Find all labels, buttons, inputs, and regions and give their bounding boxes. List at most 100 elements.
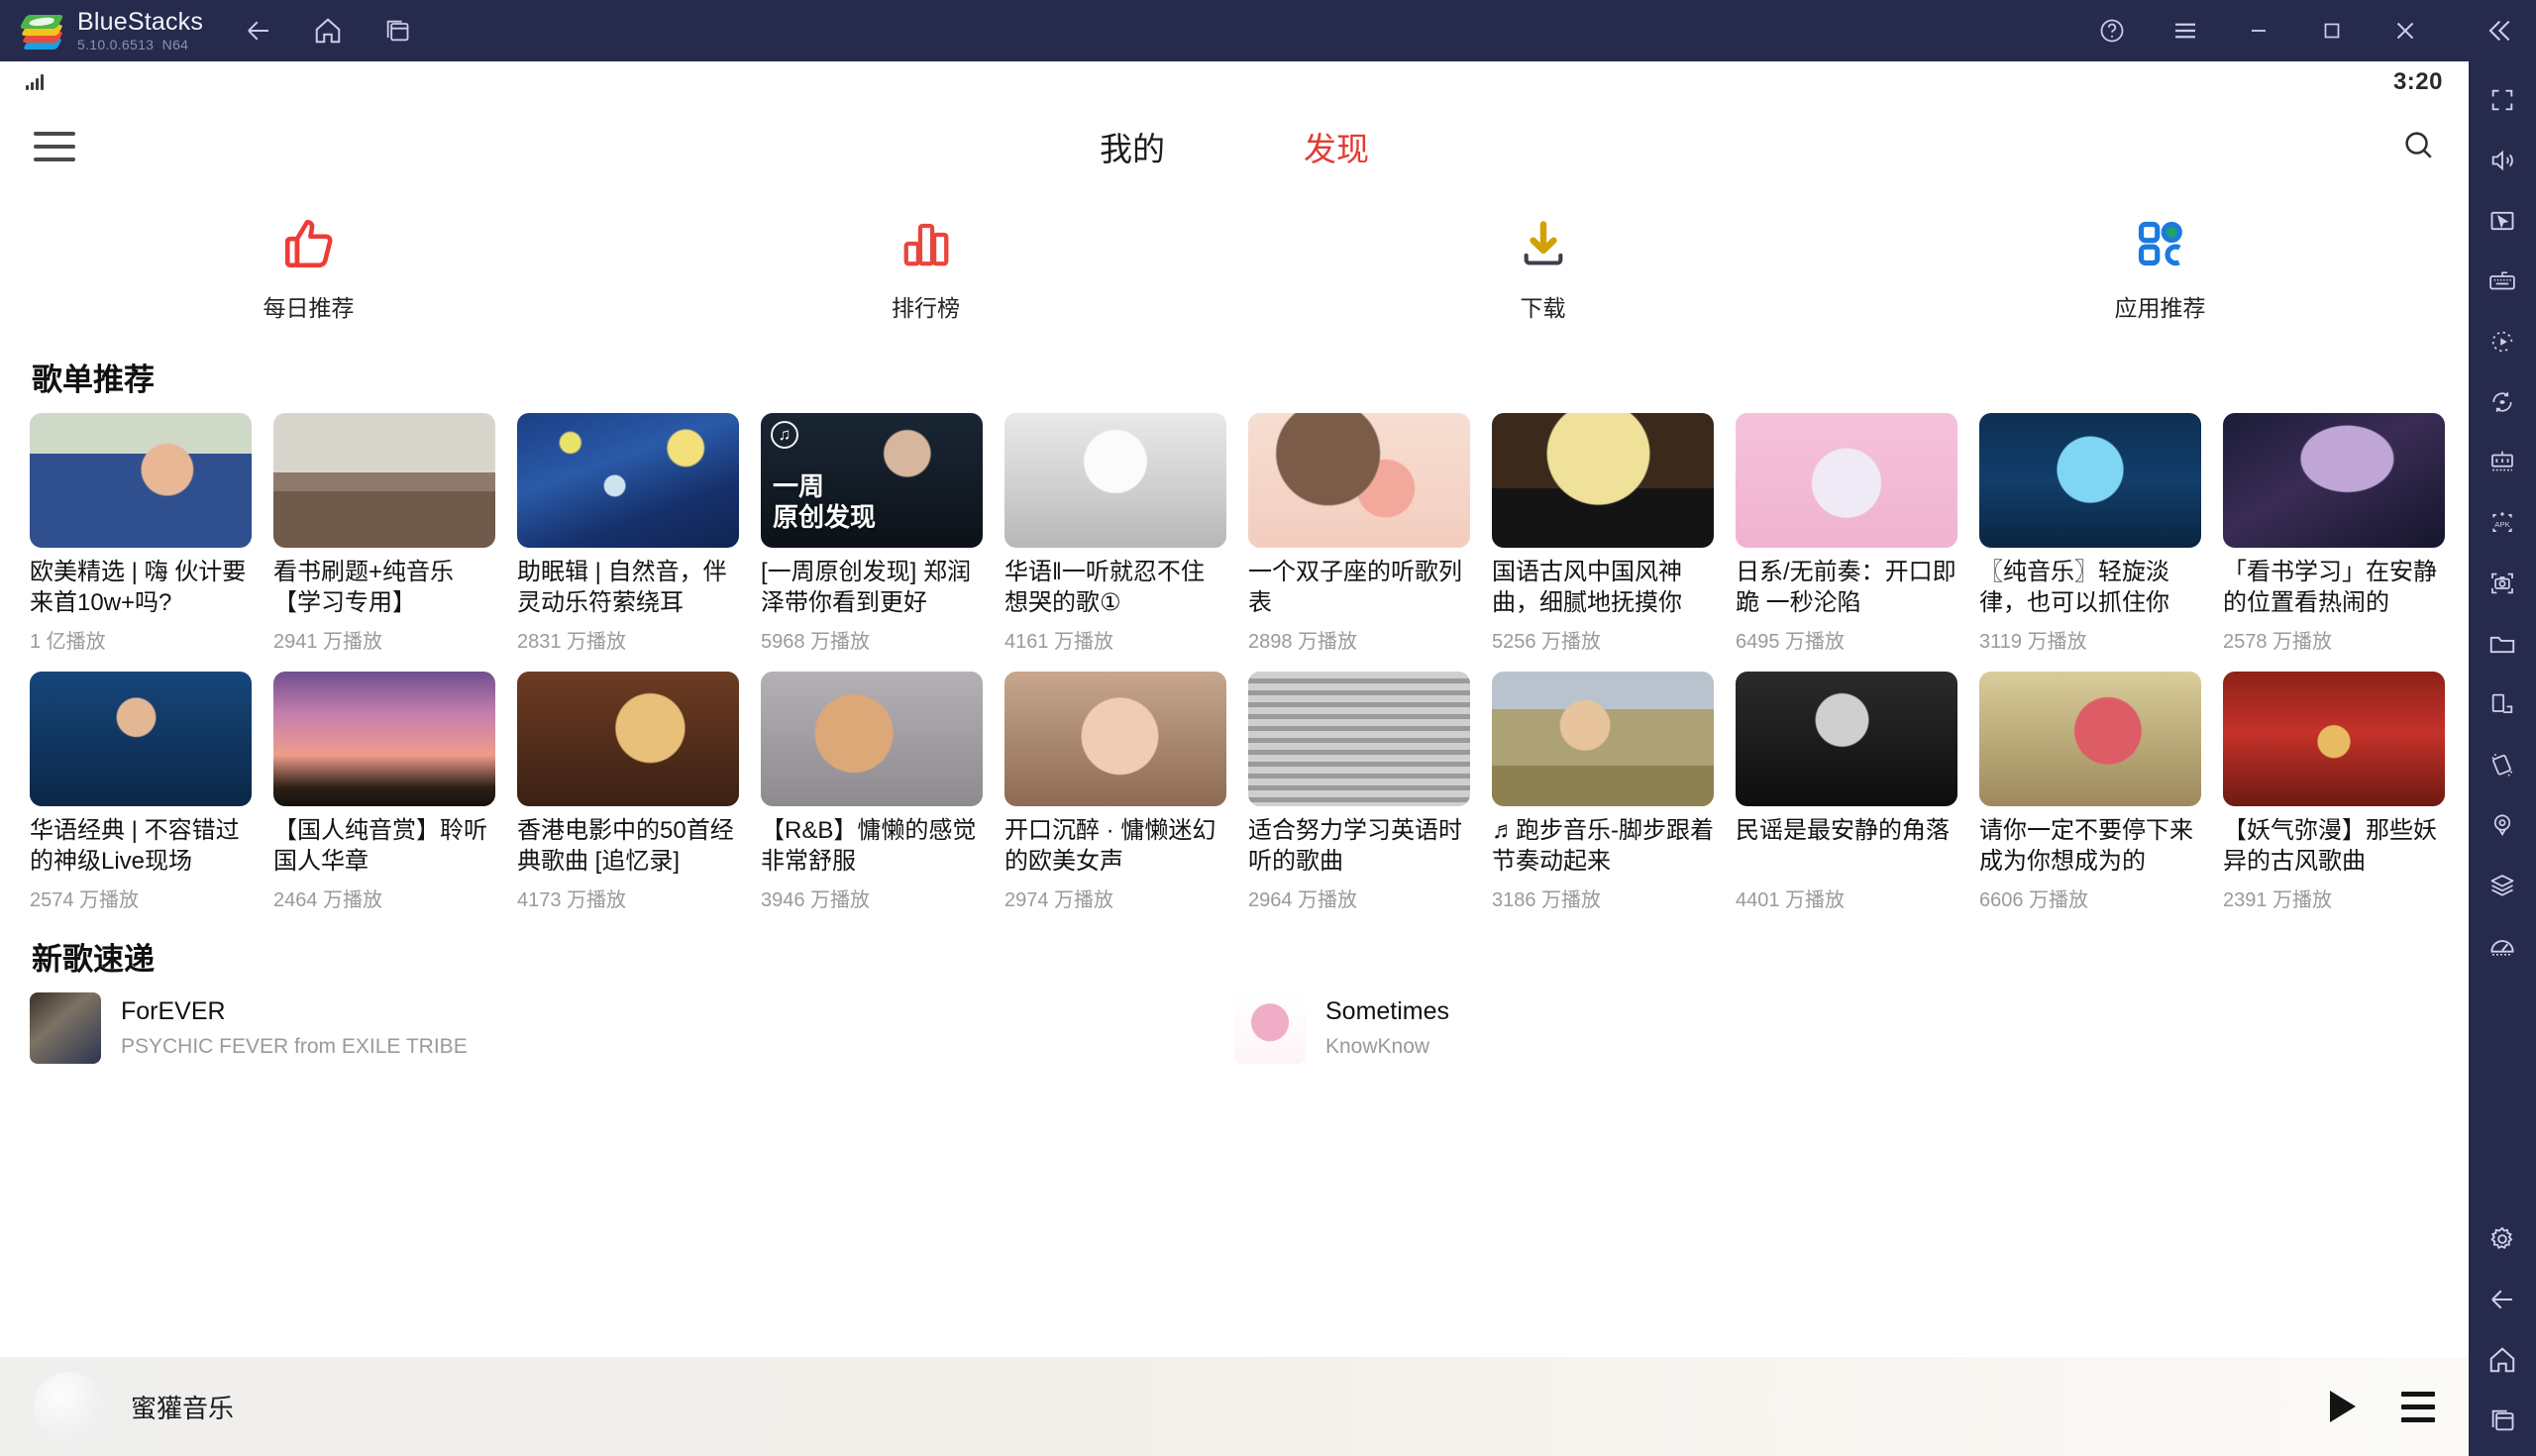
rotate-screen-icon[interactable] bbox=[2478, 377, 2527, 427]
cover-overlay-text: 一周 原创发现 bbox=[773, 470, 877, 533]
playlist-cover bbox=[1979, 413, 2201, 548]
collapse-sidebar-icon[interactable] bbox=[2483, 0, 2514, 61]
song-list-item[interactable]: ForEVER PSYCHIC FEVER from EXILE TRIBE bbox=[30, 992, 1234, 1064]
app-name: BlueStacks bbox=[77, 8, 204, 37]
playlist-title: 请你一定不要停下来 成为你想成为的 bbox=[1979, 817, 2193, 875]
playlist-title: 开口沉醉 · 慵懒迷幻的欧美女声 bbox=[1004, 817, 1216, 875]
new-songs-list: ForEVER PSYCHIC FEVER from EXILE TRIBE Som… bbox=[30, 992, 2439, 1064]
playlist-card[interactable]: ♬跑步音乐-脚步跟着节奏动起来 3186 万播放 bbox=[1492, 672, 1714, 912]
home-icon[interactable] bbox=[2478, 1335, 2527, 1385]
playlist-card[interactable]: 【妖气弥漫】那些妖异的古风歌曲 2391 万播放 bbox=[2223, 672, 2445, 912]
hamburger-menu-icon[interactable] bbox=[34, 132, 75, 161]
playlist-card[interactable]: 日系/无前奏：开口即跪 一秒沦陷 6495 万播放 bbox=[1736, 413, 1957, 654]
mini-player-bar: 蜜獾音乐 bbox=[0, 1357, 2469, 1456]
category-app-recommend[interactable]: 应用推荐 bbox=[1851, 212, 2469, 323]
play-icon[interactable] bbox=[2330, 1391, 2356, 1422]
pointer-cursor-icon[interactable] bbox=[2478, 196, 2527, 246]
recents-icon[interactable] bbox=[2478, 1396, 2527, 1445]
maximize-icon[interactable] bbox=[2312, 11, 2352, 51]
playlist-play-count: 2964 万播放 bbox=[1248, 889, 1358, 911]
playlist-card[interactable]: 请你一定不要停下来 成为你想成为的 6606 万播放 bbox=[1979, 672, 2201, 912]
playlist-card[interactable]: 华语经典 | 不容错过的神级Live现场 2574 万播放 bbox=[30, 672, 252, 912]
home-icon[interactable] bbox=[308, 11, 348, 51]
multi-instance-manager-icon[interactable] bbox=[2478, 438, 2527, 487]
back-icon[interactable] bbox=[2478, 1275, 2527, 1324]
performance-meter-icon[interactable] bbox=[2478, 921, 2527, 971]
playlist-card[interactable]: 华语‖一听就忍不住想哭的歌① 4161 万播放 bbox=[1004, 413, 1226, 654]
playlist-card[interactable]: 适合努力学习英语时听的歌曲 2964 万播放 bbox=[1248, 672, 1470, 912]
playlist-cover bbox=[1004, 672, 1226, 806]
playlist-play-count: 2831 万播放 bbox=[517, 631, 627, 653]
playlist-cover bbox=[1248, 672, 1470, 806]
keyboard-controls-icon[interactable] bbox=[2478, 257, 2527, 306]
playlist-cover: ♫ 一周 原创发现 bbox=[761, 413, 983, 548]
playlist-play-count: 3119 万播放 bbox=[1979, 631, 2087, 653]
category-ranking[interactable]: 排行榜 bbox=[617, 212, 1234, 323]
location-icon[interactable] bbox=[2478, 800, 2527, 850]
discover-content: 歌单推荐 欧美精选 | 嗨 伙计要来首10w+吗? 1 亿播放 看书刷题+纯音乐【学… bbox=[0, 339, 2469, 1357]
playlist-title: 香港电影中的50首经典歌曲 [追忆录] bbox=[517, 817, 734, 875]
playlist-cover bbox=[273, 413, 495, 548]
playlist-card[interactable]: 看书刷题+纯音乐【学习专用】 2941 万播放 bbox=[273, 413, 495, 654]
fullscreen-icon[interactable] bbox=[2478, 75, 2527, 125]
back-icon[interactable] bbox=[239, 11, 278, 51]
song-artist: PSYCHIC FEVER from EXILE TRIBE bbox=[121, 1035, 468, 1058]
tab-mine[interactable]: 我的 bbox=[1100, 123, 1165, 170]
playlist-card[interactable]: 〖纯音乐〗轻旋淡律，也可以抓住你 3119 万播放 bbox=[1979, 413, 2201, 654]
playlist-title: ♬跑步音乐-脚步跟着节奏动起来 bbox=[1492, 817, 1714, 875]
screenshot-icon[interactable] bbox=[2478, 559, 2527, 608]
help-icon[interactable] bbox=[2092, 11, 2132, 51]
song-name: ForEVER bbox=[121, 997, 226, 1025]
playlist-card[interactable]: 开口沉醉 · 慵懒迷幻的欧美女声 2974 万播放 bbox=[1004, 672, 1226, 912]
playlist-play-count: 6495 万播放 bbox=[1736, 631, 1846, 653]
avatar[interactable] bbox=[34, 1372, 103, 1441]
multi-instance-icon[interactable] bbox=[377, 11, 417, 51]
song-cover bbox=[1234, 992, 1306, 1064]
playlist-cover bbox=[30, 413, 252, 548]
close-icon[interactable] bbox=[2385, 11, 2425, 51]
playlist-play-count: 5256 万播放 bbox=[1492, 631, 1602, 653]
playlist-card[interactable]: 一个双子座的听歌列表 2898 万播放 bbox=[1248, 413, 1470, 654]
playlist-title: 民谣是最安静的角落 bbox=[1736, 817, 1950, 844]
macro-record-icon[interactable] bbox=[2478, 317, 2527, 366]
category-daily-recommend[interactable]: 每日推荐 bbox=[0, 212, 617, 323]
split-screen-icon[interactable] bbox=[2478, 679, 2527, 729]
svg-text:APK: APK bbox=[2494, 520, 2510, 529]
playlist-play-count: 3946 万播放 bbox=[761, 889, 871, 911]
layers-icon[interactable] bbox=[2478, 861, 2527, 910]
settings-gear-icon[interactable] bbox=[2478, 1214, 2527, 1264]
playlist-cover bbox=[1736, 413, 1957, 548]
playlist-card[interactable]: 欧美精选 | 嗨 伙计要来首10w+吗? 1 亿播放 bbox=[30, 413, 252, 654]
playlist-card[interactable]: ♫ 一周 原创发现 [一周原创发现] 郑润泽带你看到更好 5968 万播放 bbox=[761, 413, 983, 654]
player-controls bbox=[2330, 1391, 2435, 1422]
playlist-title: 助眠辑 | 自然音，伴灵动乐符萦绕耳 bbox=[517, 559, 727, 616]
playlist-queue-icon[interactable] bbox=[2401, 1391, 2435, 1422]
playlist-card[interactable]: 【国人纯音赏】聆听国人华章 2464 万播放 bbox=[273, 672, 495, 912]
playlist-card[interactable]: 香港电影中的50首经典歌曲 [追忆录] 4173 万播放 bbox=[517, 672, 739, 912]
signal-bars-icon bbox=[26, 74, 44, 90]
playlist-cover bbox=[761, 672, 983, 806]
minimize-icon[interactable] bbox=[2239, 11, 2278, 51]
tab-discover[interactable]: 发现 bbox=[1304, 123, 1369, 170]
shake-tilt-icon[interactable] bbox=[2478, 740, 2527, 789]
volume-icon[interactable] bbox=[2478, 136, 2527, 185]
playlist-card[interactable]: 「看书学习」在安静的位置看热闹的 2578 万播放 bbox=[2223, 413, 2445, 654]
playlist-play-count: 2391 万播放 bbox=[2223, 889, 2333, 911]
playlist-card[interactable]: 助眠辑 | 自然音，伴灵动乐符萦绕耳 2831 万播放 bbox=[517, 413, 739, 654]
playlist-card[interactable]: 国语古风中国风神曲，细腻地抚摸你 5256 万播放 bbox=[1492, 413, 1714, 654]
song-name: Sometimes bbox=[1325, 997, 1450, 1025]
menu-icon[interactable] bbox=[2166, 11, 2205, 51]
category-download[interactable]: 下载 bbox=[1234, 212, 1851, 323]
playlist-cover bbox=[1736, 672, 1957, 806]
song-list-item[interactable]: Sometimes KnowKnow bbox=[1234, 992, 2439, 1064]
playlist-card[interactable]: 【R&B】慵懒的感觉非常舒服 3946 万播放 bbox=[761, 672, 983, 912]
install-apk-icon[interactable]: APK bbox=[2478, 498, 2527, 548]
search-icon[interactable] bbox=[2401, 128, 2435, 166]
playlist-title: 华语‖一听就忍不住想哭的歌① bbox=[1004, 559, 1205, 616]
category-label: 下载 bbox=[1520, 295, 1566, 321]
bluestacks-logo-icon bbox=[19, 10, 64, 52]
media-folder-icon[interactable] bbox=[2478, 619, 2527, 669]
playlist-card[interactable]: 民谣是最安静的角落 4401 万播放 bbox=[1736, 672, 1957, 912]
playlist-title: 日系/无前奏：开口即跪 一秒沦陷 bbox=[1736, 559, 1956, 616]
playlist-title: 国语古风中国风神曲，细腻地抚摸你 bbox=[1492, 559, 1682, 616]
